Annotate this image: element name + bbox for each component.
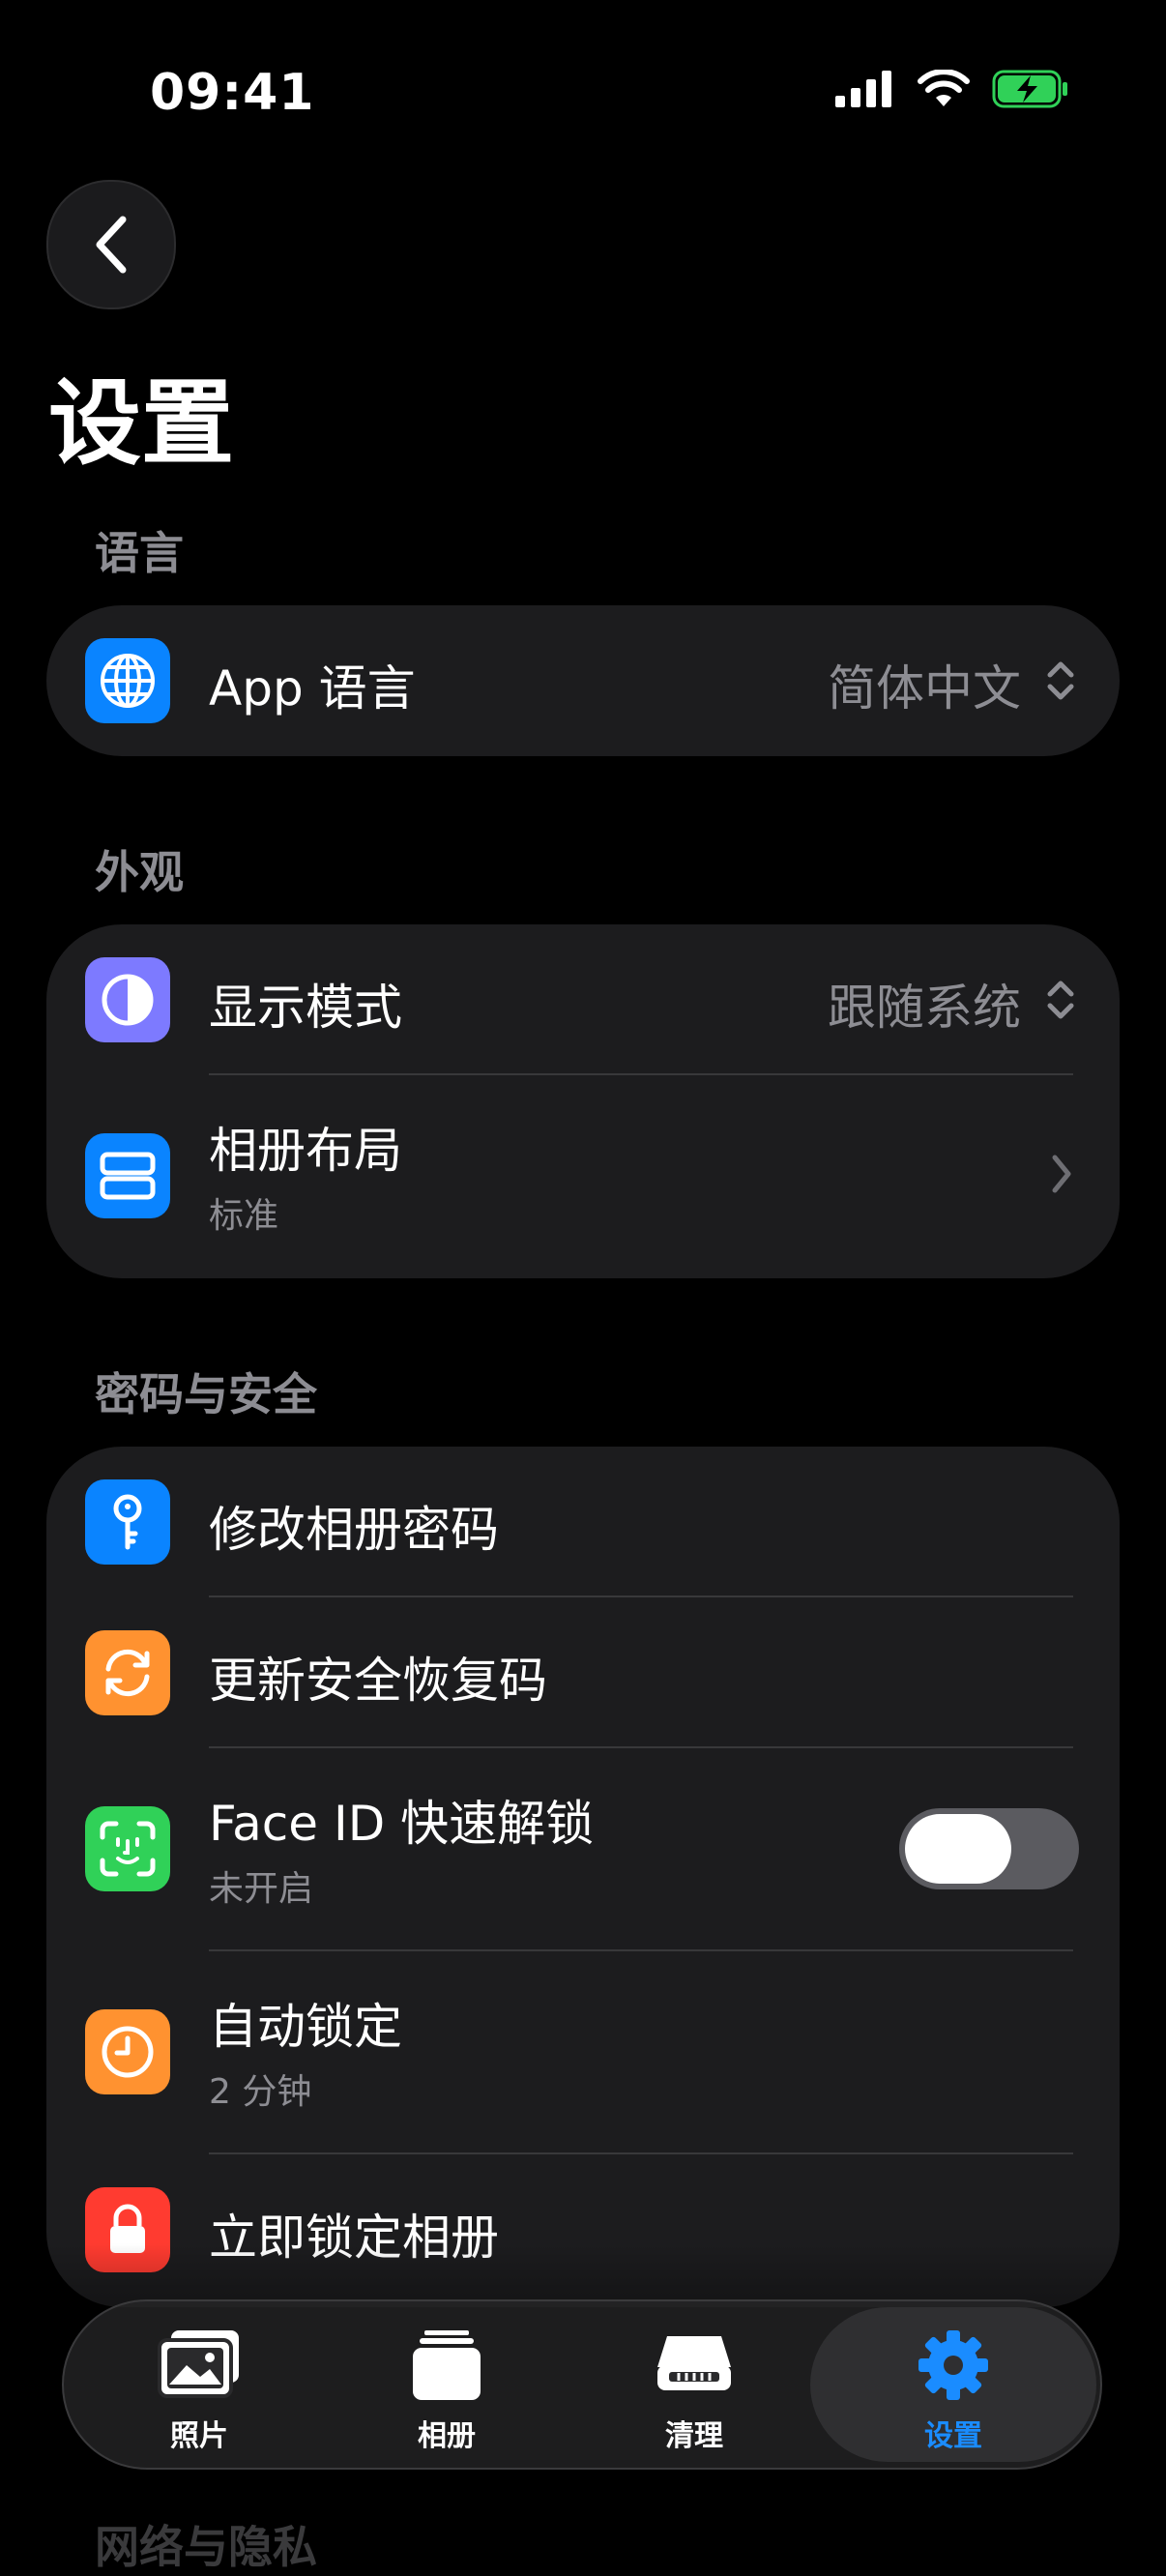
tab-albums[interactable]: 相册 [331,2301,563,2468]
tab-albums-label: 相册 [418,2419,476,2453]
section-header-security: 密码与安全 [95,1368,317,1420]
app-language-value: 简体中文 [828,660,1021,717]
album-layout-value: 标准 [209,1196,279,1236]
tab-settings-label: 设置 [924,2419,982,2453]
status-bar: 09:41 [0,0,1166,184]
display-mode-value: 跟随系统 [828,980,1021,1036]
layout-icon [85,1133,170,1218]
app-language-row[interactable]: App 语言 简体中文 [46,605,1120,756]
face-id-icon [85,1806,170,1891]
tab-cleanup[interactable]: 清理 [578,2301,810,2468]
tab-bar: 照片 相册 清理 设置 [62,2299,1102,2470]
face-id-status: 未开启 [209,1869,314,1909]
language-card: App 语言 简体中文 [46,605,1120,756]
globe-icon [85,638,170,723]
tab-settings[interactable]: 设置 [810,2307,1096,2462]
photos-icon [158,2330,239,2398]
auto-lock-label: 自动锁定 [209,1999,402,2055]
chevron-up-down-icon [1047,661,1074,700]
settings-gear-icon [918,2330,988,2400]
chevron-right-icon [1052,1155,1071,1193]
display-mode-row[interactable]: 显示模式 跟随系统 [46,924,1120,1075]
key-icon [85,1479,170,1565]
tab-photos[interactable]: 照片 [83,2301,315,2468]
chevron-up-down-icon [1047,981,1074,1019]
toggle-knob [905,1814,1011,1884]
section-header-language: 语言 [95,527,184,579]
face-id-row: Face ID 快速解锁 未开启 [46,1748,1120,1951]
display-mode-icon [85,957,170,1042]
back-button[interactable] [46,180,176,309]
album-layout-label: 相册布局 [209,1123,402,1179]
cleanup-icon [657,2336,731,2390]
auto-lock-value: 2 分钟 [209,2072,312,2112]
tab-cleanup-label: 清理 [665,2419,723,2453]
face-id-toggle[interactable] [899,1808,1079,1889]
change-password-label: 修改相册密码 [209,1502,499,1558]
change-password-row[interactable]: 修改相册密码 [46,1447,1120,1597]
status-time: 09:41 [150,64,315,122]
section-header-appearance: 外观 [95,846,184,898]
app-language-label: App 语言 [209,660,416,717]
wifi-icon [918,70,970,106]
security-card: 修改相册密码 更新安全恢复码 Face ID 快速解锁 未开启 自动锁定 2 分… [46,1447,1120,2307]
auto-lock-row[interactable]: 自动锁定 2 分钟 [46,1951,1120,2154]
albums-icon [413,2330,481,2400]
album-layout-row[interactable]: 相册布局 标准 [46,1075,1120,1278]
recovery-code-row[interactable]: 更新安全恢复码 [46,1597,1120,1748]
chevron-left-icon [96,216,127,274]
refresh-icon [85,1630,170,1715]
page-title: 设置 [48,369,234,478]
status-icons [835,70,1069,108]
face-id-label: Face ID 快速解锁 [209,1796,595,1852]
display-mode-label: 显示模式 [209,980,402,1036]
appearance-card: 显示模式 跟随系统 相册布局 标准 [46,924,1120,1278]
cellular-signal-icon [835,71,891,107]
tab-photos-label: 照片 [170,2419,228,2453]
battery-charging-icon [992,70,1067,108]
recovery-code-label: 更新安全恢复码 [209,1653,547,1709]
clock-icon [85,2009,170,2094]
section-header-network: 网络与隐私 [95,2521,317,2573]
